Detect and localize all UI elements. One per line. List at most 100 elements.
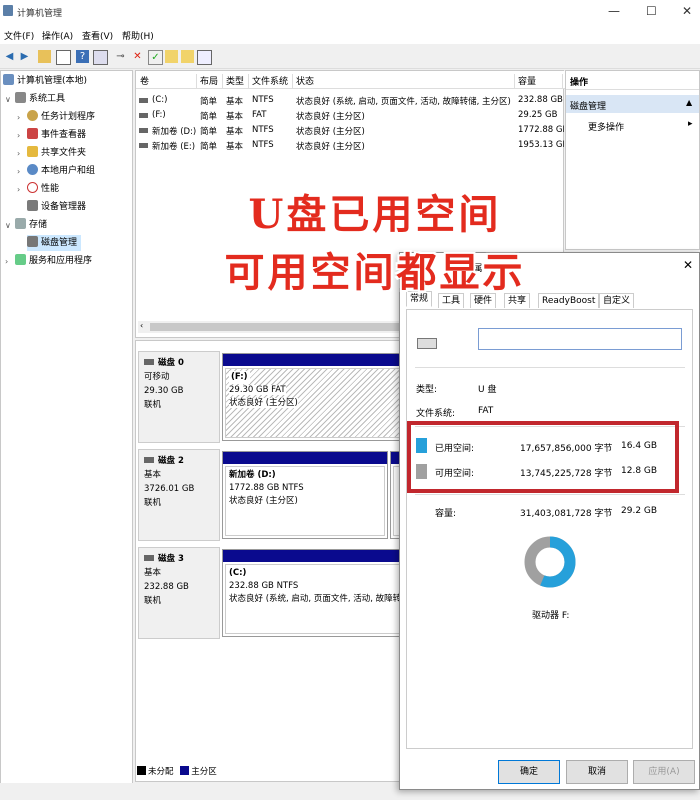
column-layout[interactable]: 布局 (200, 74, 223, 88)
show-tree-icon[interactable] (56, 50, 71, 65)
maximize-button[interactable]: ☐ (646, 4, 657, 18)
partition-status: 状态良好 (系统, 启动, 页面文件, 活动, 故障转储 (229, 594, 410, 604)
disk-type: 可移动 (144, 372, 170, 382)
tree-item-task-scheduler[interactable]: 任务计划程序 (27, 109, 95, 125)
shared-folder-icon (27, 146, 38, 157)
tree-item-local-users[interactable]: 本地用户和组 (27, 163, 95, 179)
disk-size: 232.88 GB (144, 582, 189, 592)
chevron-down-icon[interactable]: ∨ (5, 95, 11, 104)
check-icon[interactable]: ✓ (148, 50, 163, 65)
disk-type: 基本 (144, 568, 162, 578)
volume-list-header: 卷 布局 类型 文件系统 状态 容量 (136, 71, 565, 89)
volume-row[interactable]: 新加卷 (D:) 简单 基本 NTFS 状态良好 (主分区) 1772.88 GB (136, 123, 564, 138)
menu-view[interactable]: 查看(V) (82, 29, 113, 42)
chevron-right-icon[interactable]: › (17, 149, 20, 158)
apply-button[interactable]: 应用(A) (633, 760, 695, 784)
partition-d[interactable]: 新加卷 (D:) 1772.88 GB NTFS 状态良好 (主分区) (222, 451, 388, 539)
chevron-down-icon[interactable]: ∨ (5, 221, 11, 230)
tree-item-label: 事件查看器 (41, 130, 87, 140)
search-icon[interactable] (181, 50, 194, 63)
minimize-button[interactable]: — (608, 4, 620, 18)
actions-section[interactable]: 磁盘管理 ▲ (566, 95, 699, 113)
clock-icon (27, 110, 38, 121)
volume-cell: 基本 (226, 97, 244, 107)
column-type[interactable]: 类型 (226, 74, 249, 88)
chevron-right-icon[interactable]: › (17, 185, 20, 194)
disk-type: 基本 (144, 470, 162, 480)
volume-cell: 简单 (200, 112, 218, 122)
view-icon[interactable] (197, 50, 212, 65)
actions-section-label: 磁盘管理 (570, 102, 607, 112)
chevron-right-icon[interactable]: › (17, 113, 20, 122)
volume-name-input[interactable] (478, 328, 682, 350)
tree-item-shared-folders[interactable]: 共享文件夹 (27, 145, 86, 161)
drive-icon (139, 113, 148, 118)
column-filesystem[interactable]: 文件系统 (252, 74, 293, 88)
volume-cell: 简单 (200, 97, 218, 107)
back-icon[interactable]: ◀ (3, 50, 16, 63)
dialog-close-icon[interactable]: ✕ (683, 258, 693, 272)
menu-file[interactable]: 文件(F) (4, 29, 34, 42)
divider (415, 494, 685, 495)
scroll-thumb[interactable] (150, 323, 400, 331)
tree-item-event-viewer[interactable]: 事件查看器 (27, 127, 86, 143)
title-bar: 计算机管理 — ☐ ✕ (0, 0, 700, 24)
tree-services[interactable]: 服务和应用程序 (15, 253, 92, 269)
open-icon[interactable] (165, 50, 178, 63)
usb-drive-icon (417, 338, 437, 349)
caret-up-icon[interactable]: ▲ (686, 98, 692, 107)
filesystem-value: FAT (478, 406, 494, 416)
column-capacity[interactable]: 容量 (518, 74, 563, 88)
up-folder-icon[interactable] (38, 50, 51, 63)
tree-item-performance[interactable]: 性能 (27, 181, 59, 197)
delete-icon[interactable]: ✕ (131, 50, 144, 63)
menu-action[interactable]: 操作(A) (42, 29, 73, 42)
legend-swatch-primary (180, 766, 190, 775)
legend: 未分配 主分区 (137, 765, 217, 777)
column-status[interactable]: 状态 (296, 74, 515, 88)
volume-cell: 状态良好 (主分区) (296, 127, 365, 137)
chevron-right-icon[interactable]: › (5, 257, 8, 266)
ok-button[interactable]: 确定 (498, 760, 560, 784)
forward-icon[interactable]: ▶ (18, 50, 31, 63)
tree-storage-label: 存储 (29, 220, 48, 230)
help-icon[interactable]: ? (76, 50, 89, 63)
tree-item-device-manager[interactable]: 设备管理器 (27, 199, 86, 215)
menu-help[interactable]: 帮助(H) (122, 29, 154, 42)
volume-cell: NTFS (252, 125, 274, 135)
scroll-left-icon[interactable]: ‹ (140, 321, 143, 330)
properties-icon[interactable] (93, 50, 108, 65)
disk-icon (144, 555, 154, 561)
chevron-right-icon[interactable]: › (17, 167, 20, 176)
disk-state: 联机 (144, 596, 162, 606)
disk-info[interactable]: 磁盘 2 基本 3726.01 GB 联机 (138, 449, 220, 541)
volume-cell: FAT (252, 110, 267, 120)
volume-row[interactable]: 新加卷 (E:) 简单 基本 NTFS 状态良好 (主分区) 1953.13 GB (136, 138, 564, 153)
volume-cell: NTFS (252, 140, 274, 150)
disk-info[interactable]: 磁盘 3 基本 232.88 GB 联机 (138, 547, 220, 639)
chevron-right-icon[interactable]: › (17, 131, 20, 140)
column-volume[interactable]: 卷 (140, 74, 197, 88)
volume-row[interactable]: (F:) 简单 基本 FAT 状态良好 (主分区) 29.25 GB (136, 108, 564, 123)
close-button[interactable]: ✕ (682, 4, 692, 18)
tree-services-label: 服务和应用程序 (29, 256, 93, 266)
volume-row[interactable]: (C:) 简单 基本 NTFS 状态良好 (系统, 启动, 页面文件, 活动, 故障转储… (136, 93, 564, 108)
partition-title: 新加卷 (D:) (229, 470, 276, 480)
volume-cell: 状态良好 (系统, 启动, 页面文件, 活动, 故障转储, 主分区) (296, 97, 511, 107)
tree-disk-management[interactable]: 磁盘管理 (27, 235, 82, 251)
disk-size: 29.30 GB (144, 386, 184, 396)
cancel-button[interactable]: 取消 (566, 760, 628, 784)
services-icon (15, 254, 26, 265)
tree-system-tools[interactable]: 系统工具 (15, 91, 65, 107)
filesystem-label: 文件系统: (416, 409, 456, 419)
caption-line-2: 可用空间都显示 (224, 249, 526, 296)
tab-customize[interactable]: 自定义 (599, 293, 635, 308)
connect-icon[interactable]: ⊸ (114, 50, 127, 63)
tree-root[interactable]: 计算机管理(本地) (3, 73, 87, 89)
drive-icon (139, 128, 148, 133)
more-actions-item[interactable]: 更多操作 ▸ (566, 117, 699, 133)
app-icon (3, 5, 13, 16)
tree-item-label: 本地用户和组 (41, 166, 96, 176)
tree-storage[interactable]: 存储 (15, 217, 47, 233)
disk-info[interactable]: 磁盘 0 可移动 29.30 GB 联机 (138, 351, 220, 443)
